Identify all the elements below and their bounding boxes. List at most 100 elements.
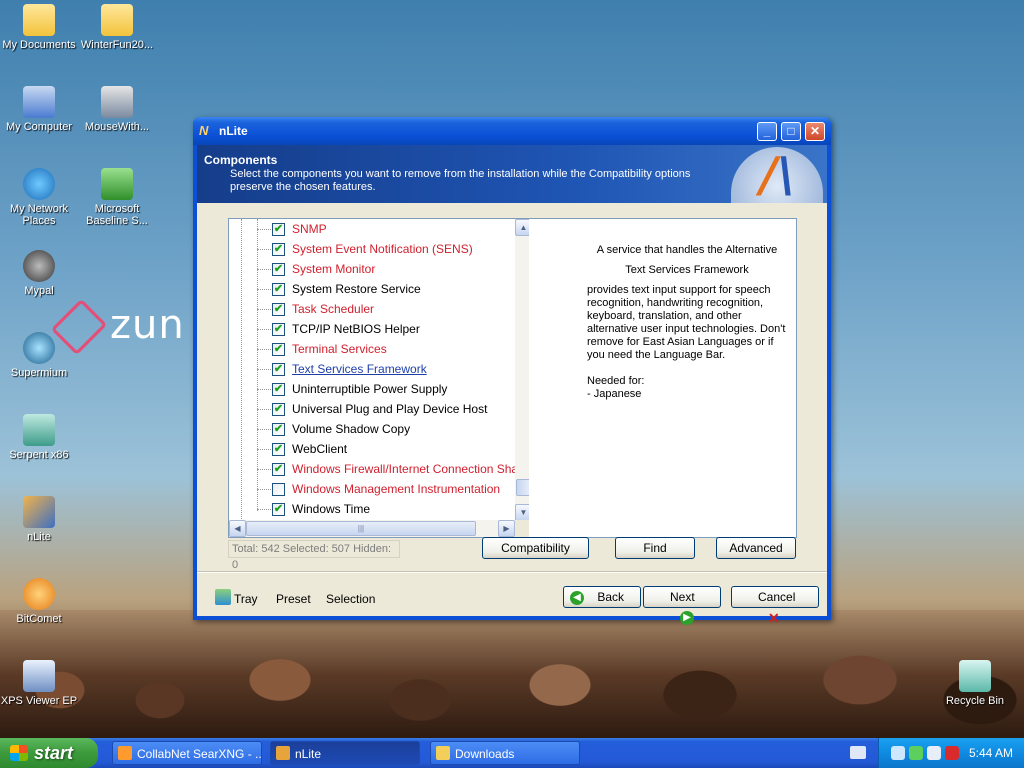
desktop-icon-label: Mypal: [24, 285, 54, 297]
window-titlebar[interactable]: N nLite _ □ ✕: [193, 117, 831, 145]
component-label[interactable]: TCP/IP NetBIOS Helper: [292, 322, 420, 336]
desktop-icon-bitcomet[interactable]: BitComet: [0, 578, 78, 625]
minimize-button[interactable]: _: [757, 122, 777, 141]
component-checkbox[interactable]: [272, 323, 285, 336]
component-checkbox[interactable]: [272, 283, 285, 296]
component-checkbox[interactable]: [272, 383, 285, 396]
component-label[interactable]: System Event Notification (SENS): [292, 242, 473, 256]
next-button[interactable]: Next ▶: [643, 586, 721, 625]
component-row[interactable]: SNMP: [257, 220, 529, 238]
desktop-icon-serpent[interactable]: Serpent x86: [0, 414, 78, 461]
desktop-icon-nlite[interactable]: nLite: [0, 496, 78, 543]
component-row[interactable]: Universal Plug and Play Device Host: [257, 400, 529, 418]
component-label[interactable]: SNMP: [292, 222, 327, 236]
security-alert-icon[interactable]: [945, 746, 959, 760]
component-checkbox[interactable]: [272, 303, 285, 316]
component-label[interactable]: WebClient: [292, 442, 347, 456]
connection-icon[interactable]: [927, 746, 941, 760]
taskbar-item-searxng[interactable]: CollabNet SearXNG - ...: [112, 741, 262, 765]
close-button[interactable]: ✕: [805, 122, 825, 141]
component-label[interactable]: System Monitor: [292, 262, 375, 276]
scroll-right-button[interactable]: ▶: [498, 520, 515, 537]
component-label[interactable]: Terminal Services: [292, 342, 387, 356]
component-label[interactable]: Volume Shadow Copy: [292, 422, 410, 436]
desktop-icon-mousewith[interactable]: MouseWith...: [78, 86, 156, 133]
taskbar-item-nlite[interactable]: nLite: [270, 741, 420, 765]
component-label[interactable]: Universal Plug and Play Device Host: [292, 402, 487, 416]
component-checkbox[interactable]: [272, 423, 285, 436]
desktop-icon-label: My Documents: [2, 39, 76, 51]
advanced-button[interactable]: Advanced: [716, 537, 796, 559]
desktop-icon-recycle-bin[interactable]: Recycle Bin: [936, 660, 1014, 707]
keyboard-icon[interactable]: [850, 746, 866, 759]
taskbar-item-downloads[interactable]: Downloads: [430, 741, 580, 765]
back-button[interactable]: ◀ Back: [563, 586, 641, 608]
desktop-icon-mypal[interactable]: Mypal: [0, 250, 78, 297]
cancel-button[interactable]: Cancel ✕: [731, 586, 819, 626]
vertical-scrollbar[interactable]: ▲ ▼: [515, 219, 529, 521]
back-arrow-icon: ◀: [570, 590, 584, 605]
desktop-icon-my-network-places[interactable]: My Network Places: [0, 168, 78, 227]
start-button[interactable]: start: [0, 738, 98, 768]
hscroll-thumb[interactable]: |||: [246, 521, 476, 536]
component-row[interactable]: Uninterruptible Power Supply: [257, 380, 529, 398]
component-label[interactable]: Task Scheduler: [292, 302, 374, 316]
component-checkbox[interactable]: [272, 363, 285, 376]
clock[interactable]: 5:44 AM: [969, 738, 1013, 768]
component-checkbox[interactable]: [272, 343, 285, 356]
component-row[interactable]: TCP/IP NetBIOS Helper: [257, 320, 529, 338]
bitcomet-icon: [23, 578, 55, 610]
tray-icon[interactable]: [215, 589, 231, 605]
component-checkbox[interactable]: [272, 443, 285, 456]
component-label[interactable]: Uninterruptible Power Supply: [292, 382, 447, 396]
scroll-up-button[interactable]: ▲: [515, 219, 529, 236]
tree-connector: [257, 269, 271, 270]
tray-link[interactable]: Tray: [234, 592, 258, 606]
horizontal-scrollbar[interactable]: ◀ ||| ▶: [229, 520, 529, 537]
search-icon[interactable]: [891, 746, 905, 760]
component-row[interactable]: System Restore Service: [257, 280, 529, 298]
component-label[interactable]: Windows Management Instrumentation: [292, 482, 500, 496]
component-checkbox[interactable]: [272, 263, 285, 276]
component-label[interactable]: Windows Firewall/Internet Connection Sha…: [292, 462, 529, 476]
compatibility-button[interactable]: Compatibility: [482, 537, 589, 559]
scroll-left-button[interactable]: ◀: [229, 520, 246, 537]
component-checkbox[interactable]: [272, 503, 285, 516]
scroll-thumb[interactable]: [516, 479, 529, 496]
desktop-icon-winterfun[interactable]: WinterFun20...: [78, 4, 156, 51]
component-row[interactable]: Windows Management Instrumentation: [257, 480, 529, 498]
component-row[interactable]: Text Services Framework: [257, 360, 529, 378]
component-row[interactable]: Terminal Services: [257, 340, 529, 358]
component-checkbox[interactable]: [272, 463, 285, 476]
component-checkbox[interactable]: [272, 403, 285, 416]
component-row[interactable]: System Event Notification (SENS): [257, 240, 529, 258]
component-row[interactable]: Windows Firewall/Internet Connection Sha…: [257, 460, 529, 478]
desktop-icon-baseline-security[interactable]: Microsoft Baseline S...: [78, 168, 156, 227]
component-checkbox[interactable]: [272, 483, 285, 496]
components-panel: SNMP System Event Notification (SENS) Syst…: [228, 218, 797, 538]
tree-connector: [257, 449, 271, 450]
component-checkbox[interactable]: [272, 223, 285, 236]
tree-connector: [257, 469, 271, 470]
desktop-icon-xps-viewer[interactable]: XPS Viewer EP: [0, 660, 78, 707]
component-label[interactable]: Text Services Framework: [292, 362, 427, 376]
component-checkbox[interactable]: [272, 243, 285, 256]
component-row[interactable]: WebClient: [257, 440, 529, 458]
network-status-icon[interactable]: [909, 746, 923, 760]
component-label[interactable]: System Restore Service: [292, 282, 421, 296]
desktop-icon-supermium[interactable]: Supermium: [0, 332, 78, 379]
selection-link[interactable]: Selection: [326, 592, 375, 606]
preset-link[interactable]: Preset: [276, 592, 311, 606]
component-label[interactable]: Windows Time: [292, 502, 370, 516]
component-row[interactable]: Windows Time: [257, 500, 529, 518]
tree-guide: [241, 219, 242, 521]
scroll-down-button[interactable]: ▼: [515, 504, 529, 521]
find-button[interactable]: Find: [615, 537, 695, 559]
component-row[interactable]: Volume Shadow Copy: [257, 420, 529, 438]
component-row[interactable]: System Monitor: [257, 260, 529, 278]
component-row[interactable]: Task Scheduler: [257, 300, 529, 318]
maximize-button[interactable]: □: [781, 122, 801, 141]
components-tree[interactable]: SNMP System Event Notification (SENS) Syst…: [229, 219, 529, 537]
desktop-icon-my-computer[interactable]: My Computer: [0, 86, 78, 133]
desktop-icon-my-documents[interactable]: My Documents: [0, 4, 78, 51]
